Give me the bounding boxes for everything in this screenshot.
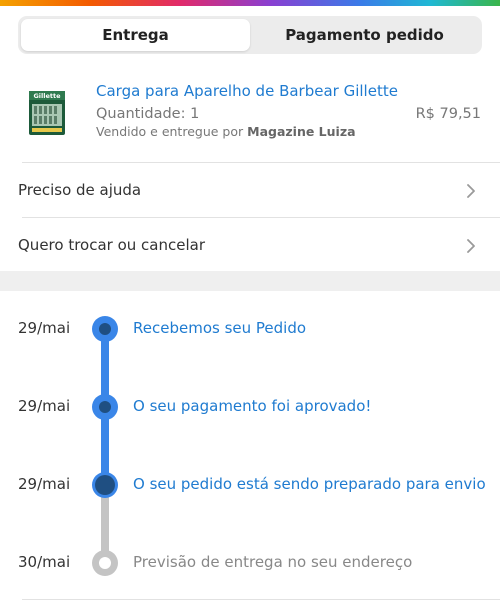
product-image: Gillette [28,90,66,136]
delivery-timeline: 29/mai Recebemos seu Pedido 29/mai O seu… [0,291,500,604]
tab-entrega[interactable]: Entrega [21,19,250,51]
timeline-date: 29/mai [18,397,71,415]
tab-switcher: Entrega Pagamento pedido [18,16,482,54]
timeline-step-text: Recebemos seu Pedido [133,319,307,337]
product-item[interactable]: Gillette Carga para Aparelho de Barbear … [0,70,500,162]
timeline-date: 30/mai [18,553,71,571]
timeline-date: 29/mai [18,319,71,337]
timeline-dot-done [92,316,118,342]
chevron-right-icon [464,183,478,198]
timeline-step-text: O seu pagamento foi aprovado! [133,397,372,415]
menu-item-help[interactable]: Preciso de ajuda [0,163,500,217]
product-title[interactable]: Carga para Aparelho de Barbear Gillette [96,82,398,100]
timeline-date: 29/mai [18,475,71,493]
svg-text:Gillette: Gillette [33,92,61,100]
product-seller: Vendido e entregue por Magazine Luiza [96,124,356,139]
seller-prefix: Vendido e entregue por [96,124,244,139]
timeline-dot-current [92,472,118,498]
divider [22,599,500,600]
top-gradient-bar [0,0,500,6]
chevron-right-icon [464,238,478,253]
menu-item-label: Quero trocar ou cancelar [18,236,205,254]
menu-item-exchange-cancel[interactable]: Quero trocar ou cancelar [0,218,500,272]
timeline-dot-done [92,394,118,420]
tab-pagamento-pedido[interactable]: Pagamento pedido [250,19,479,51]
product-quantity: Quantidade: 1 [96,106,200,122]
timeline-dot-pending [92,550,118,576]
section-separator [0,271,500,291]
menu-item-label: Preciso de ajuda [18,181,142,199]
product-price: R$ 79,51 [415,106,481,122]
timeline-step-text: Previsão de entrega no seu endereço [133,553,413,571]
timeline-step-text: O seu pedido está sendo preparado para e… [133,475,486,493]
seller-name: Magazine Luiza [247,124,356,139]
